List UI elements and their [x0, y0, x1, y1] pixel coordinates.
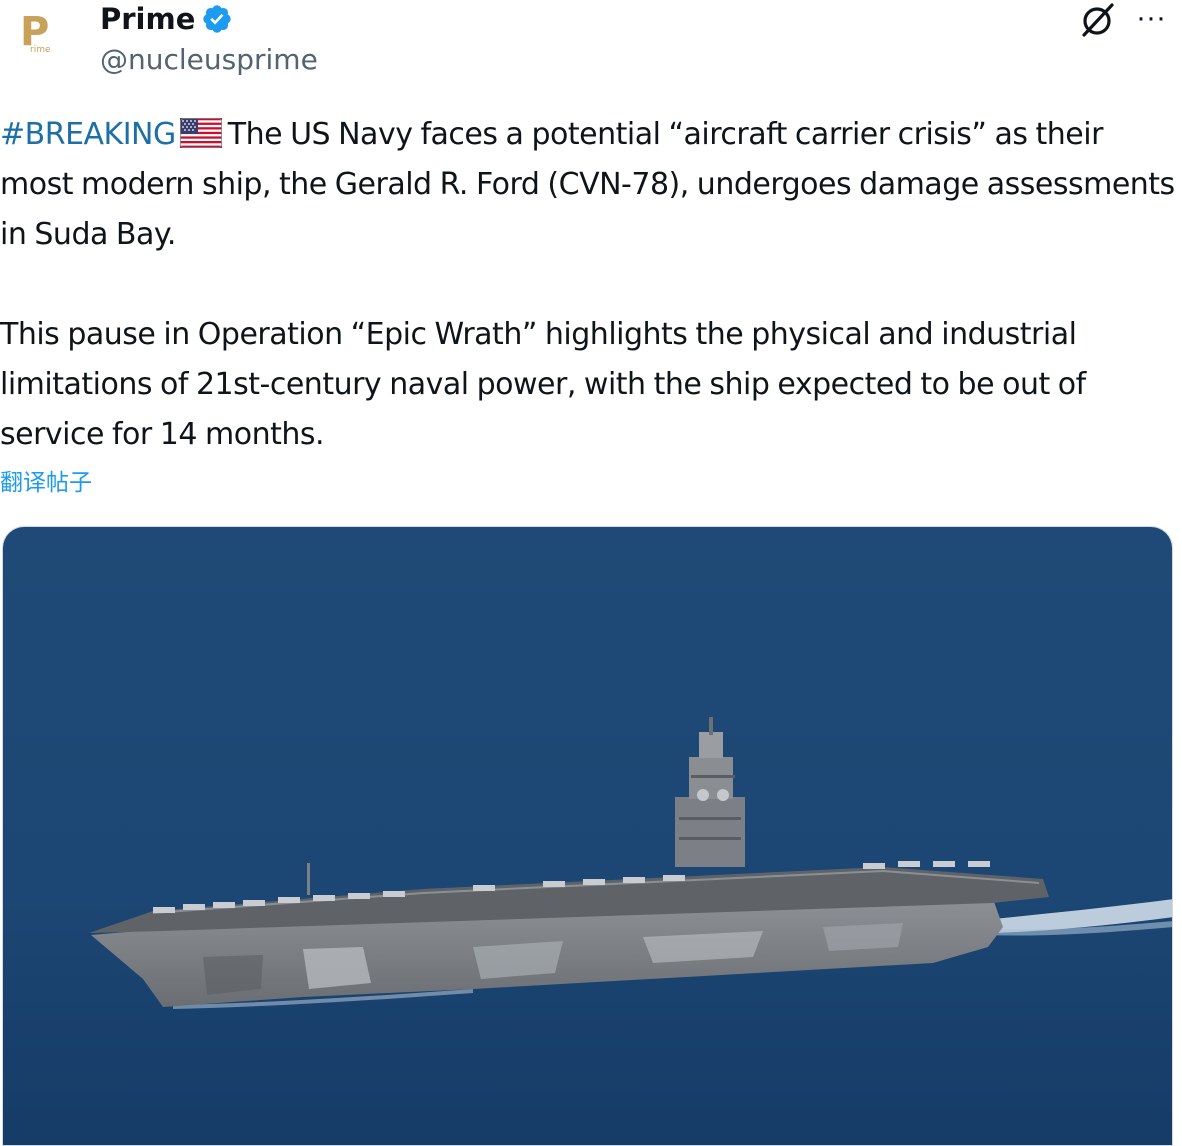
tweet-paragraph-1-text: The US Navy faces a potential “aircraft … — [0, 117, 1175, 252]
tweet-paragraph-2: This pause in Operation “Epic Wrath” hig… — [0, 317, 1086, 452]
avatar-logo-text: rime — [30, 45, 51, 55]
author-name-row: Prime — [100, 0, 233, 38]
verified-badge-icon[interactable] — [201, 3, 233, 35]
tweet-header: P rime Prime @nucleusprime ··· — [0, 0, 1182, 92]
tweet-text: #BREAKING The US Navy faces a potential … — [0, 110, 1178, 460]
hashtag-link[interactable]: #BREAKING — [0, 117, 176, 152]
tweet-media-photo[interactable] — [2, 526, 1173, 1146]
translate-post-link[interactable]: 翻译帖子 — [0, 467, 92, 499]
aircraft-carrier-photo — [3, 527, 1172, 1145]
grok-icon[interactable] — [1078, 0, 1118, 40]
us-flag-icon — [179, 118, 222, 148]
tweet-paragraph-1: #BREAKING The US Navy faces a potential … — [0, 110, 1178, 260]
avatar[interactable]: P rime — [6, 4, 78, 76]
more-options-icon[interactable]: ··· — [1136, 3, 1172, 33]
author-handle[interactable]: @nucleusprime — [100, 42, 318, 78]
author-display-name[interactable]: Prime — [100, 1, 195, 37]
